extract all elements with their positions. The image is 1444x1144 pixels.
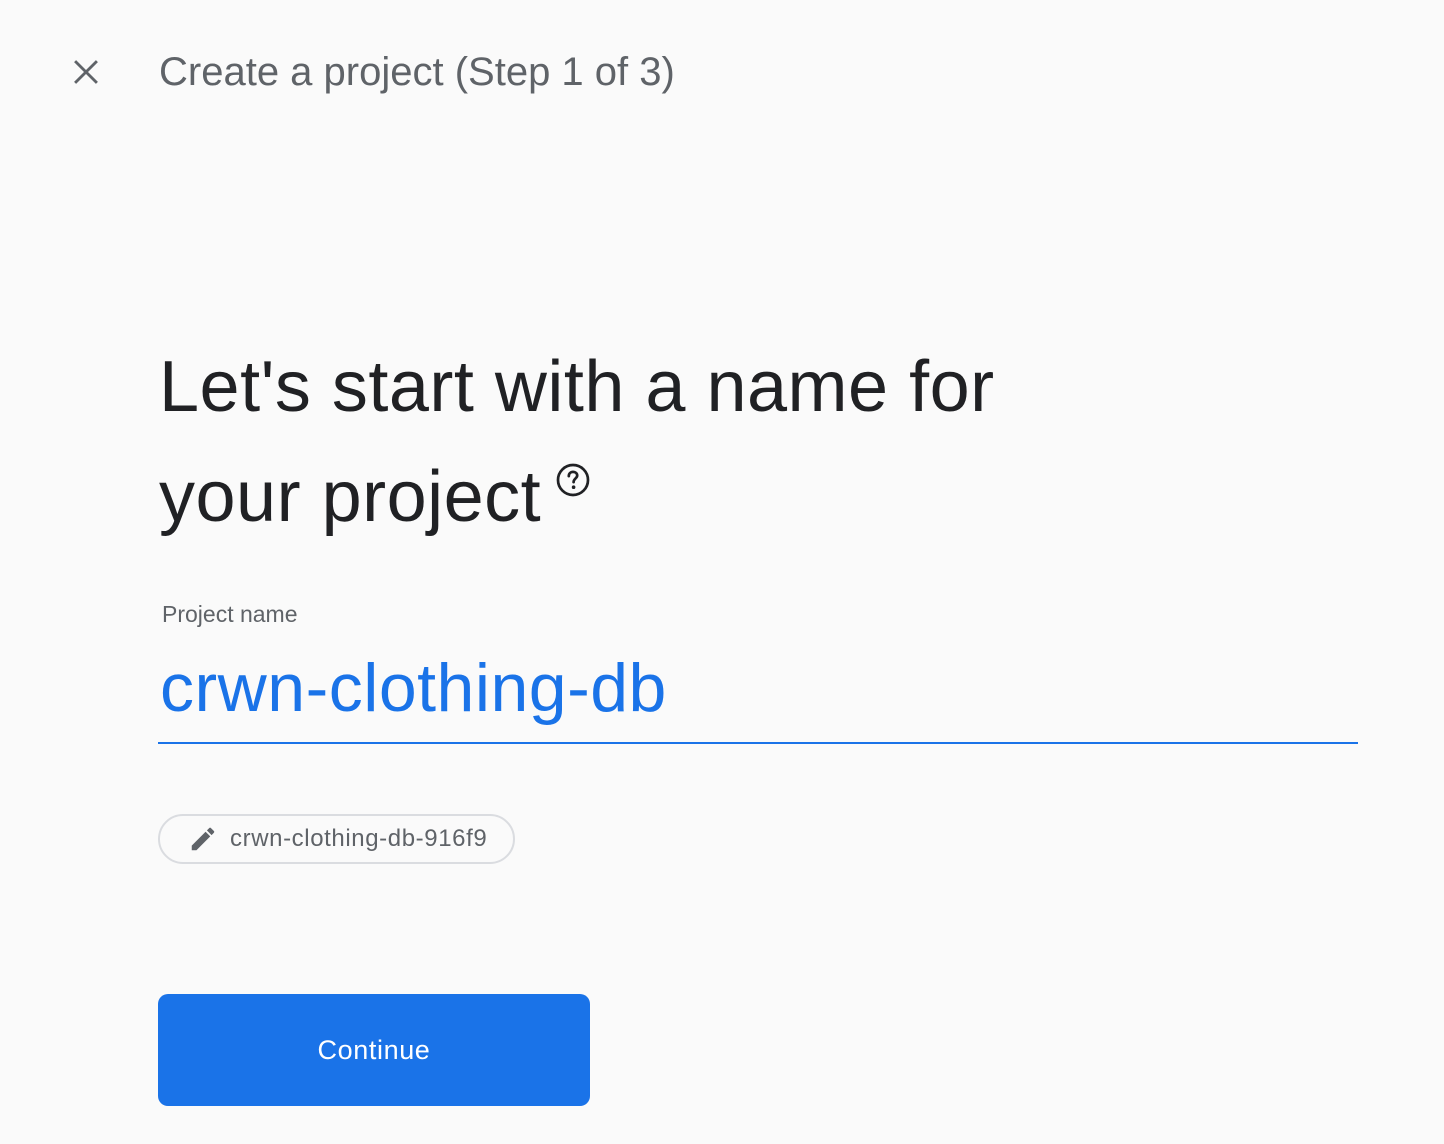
page-title: Create a project (Step 1 of 3) — [159, 50, 675, 94]
help-icon[interactable] — [555, 462, 591, 498]
project-id-chip[interactable]: crwn-clothing-db-916f9 — [158, 814, 516, 864]
heading-line-2-text: your project — [159, 457, 542, 537]
heading-line-1: Let's start with a name for — [159, 347, 995, 427]
project-id-text: crwn-clothing-db-916f9 — [230, 825, 488, 852]
project-name-input[interactable] — [158, 640, 1358, 736]
pencil-icon — [188, 824, 218, 854]
close-icon — [74, 60, 98, 84]
create-project-page: Create a project (Step 1 of 3) Let's sta… — [0, 0, 1444, 1144]
project-name-label: Project name — [162, 601, 298, 627]
heading-line-2: your project — [159, 442, 1159, 552]
close-button[interactable] — [62, 48, 110, 96]
main-heading: Let's start with a name for your project — [159, 332, 1159, 552]
continue-button[interactable]: Continue — [158, 994, 590, 1106]
project-name-field — [158, 640, 1358, 744]
